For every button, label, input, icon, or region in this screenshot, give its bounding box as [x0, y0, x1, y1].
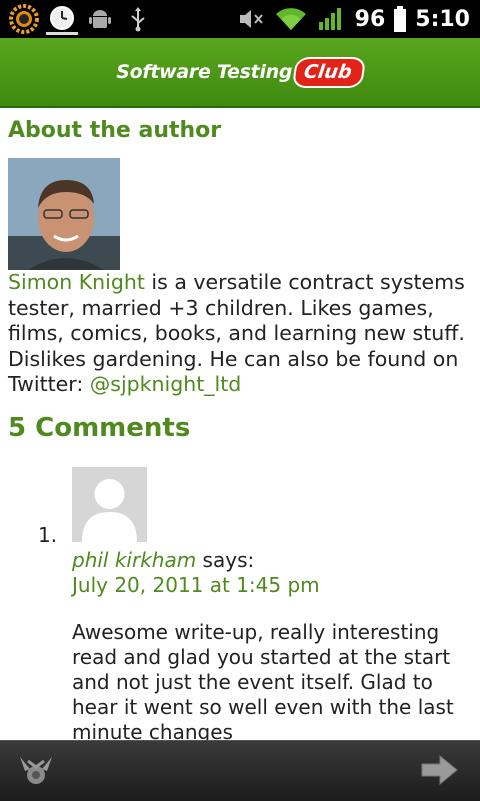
article-content[interactable]: About the author Simon Knight is a versa…: [0, 108, 480, 740]
sun-app-icon[interactable]: [8, 3, 40, 35]
share-icon[interactable]: [16, 751, 56, 791]
twitter-link[interactable]: @sjpknight_ltd: [90, 372, 242, 396]
android-icon: [84, 3, 116, 35]
wifi-icon: [275, 3, 307, 35]
status-bar: 96 5:10: [0, 0, 480, 38]
logo-text-main: Software Testing: [116, 61, 293, 83]
mute-icon: [235, 3, 267, 35]
comment-says: says:: [196, 548, 255, 572]
comment-author-link[interactable]: phil kirkham: [72, 548, 196, 572]
battery-icon: [393, 3, 407, 35]
signal-icon: [315, 3, 347, 35]
site-logo[interactable]: Software Testing Club: [116, 56, 366, 88]
comments-heading: 5 Comments: [8, 413, 191, 443]
clock-time: 5:10: [415, 6, 470, 32]
bottom-toolbar: [0, 740, 480, 801]
author-name-link[interactable]: Simon Knight: [8, 270, 145, 294]
usb-icon: [122, 3, 154, 35]
comment-number: 1.: [38, 523, 58, 547]
comment-date-link[interactable]: July 20, 2011 at 1:45 pm: [72, 573, 320, 597]
author-avatar: [8, 158, 120, 270]
about-author-heading: About the author: [8, 118, 222, 143]
comment-avatar: [72, 467, 147, 542]
clock-icon[interactable]: [46, 3, 78, 35]
author-bio: Simon Knight is a versatile contract sys…: [8, 270, 474, 398]
logo-text-pill: Club: [292, 56, 366, 88]
forward-arrow-icon[interactable]: [420, 754, 458, 786]
comment-body: Awesome write-up, really interesting rea…: [72, 620, 454, 740]
app-header: Software Testing Club: [0, 38, 480, 108]
comment-meta: phil kirkham says:: [72, 548, 254, 572]
battery-percent: 96: [354, 6, 386, 32]
